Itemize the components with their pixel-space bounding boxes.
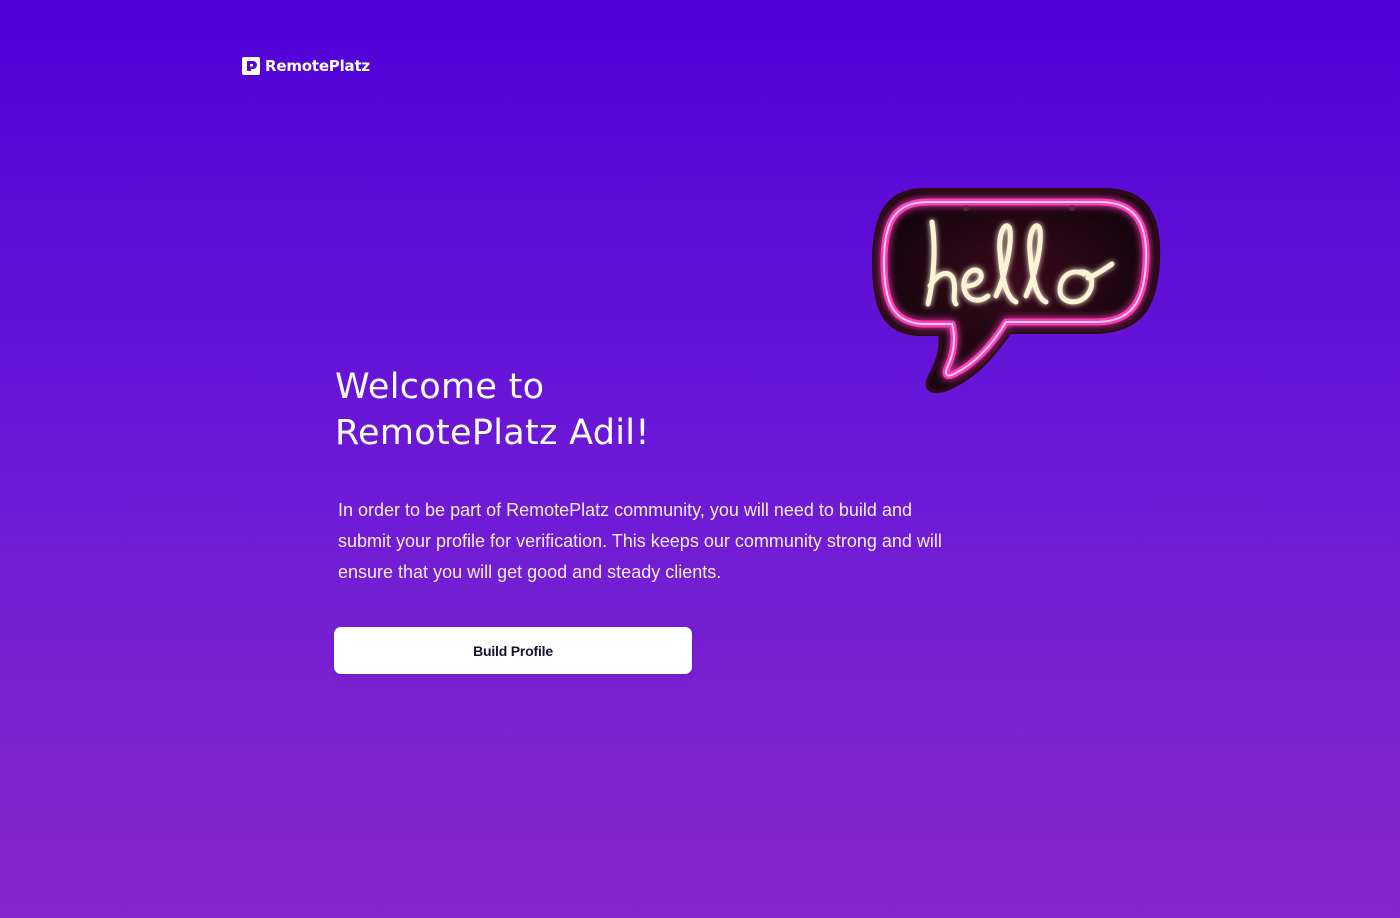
welcome-description: In order to be part of RemotePlatz commu… — [338, 495, 998, 588]
brand-logo[interactable]: RemotePlatz — [242, 56, 370, 76]
build-profile-button[interactable]: Build Profile — [334, 627, 692, 674]
hello-neon-sign-image — [866, 178, 1166, 400]
welcome-description-line-1: In order to be part of RemotePlatz commu… — [338, 500, 912, 520]
welcome-description-line-3: ensure that you will get good and steady… — [338, 562, 722, 582]
welcome-heading-line-2: RemotePlatz Adil! — [335, 413, 650, 453]
welcome-description-line-2: submit your profile for verification. Th… — [338, 531, 942, 551]
brand-name: RemotePlatz — [265, 57, 370, 75]
hello-neon-sign-icon — [871, 188, 1161, 394]
remoteplatz-logo-icon — [242, 57, 260, 75]
welcome-heading: Welcome to RemotePlatz Adil! — [335, 364, 855, 456]
welcome-heading-line-1: Welcome to — [335, 367, 545, 407]
